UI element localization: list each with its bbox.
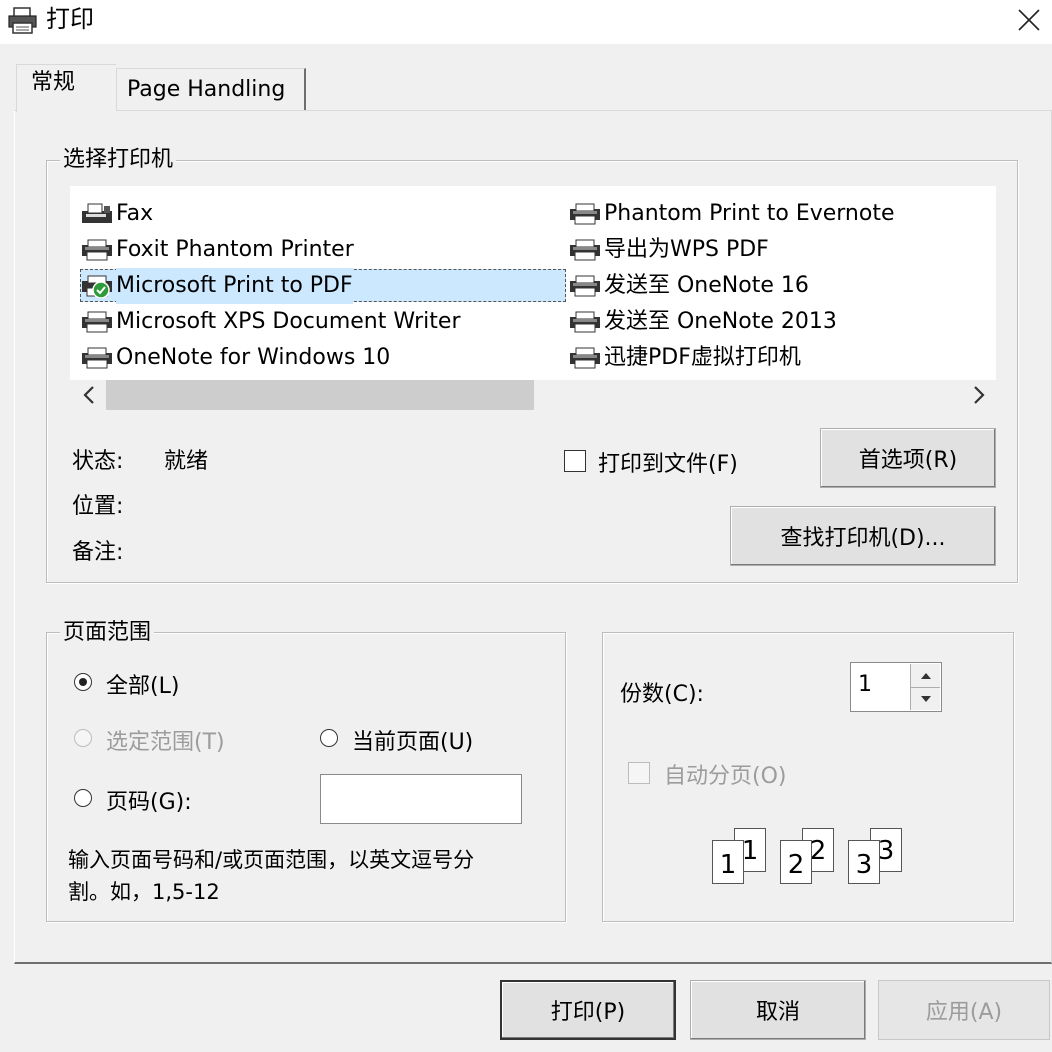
printer-icon: [568, 238, 602, 262]
printer-item-foxit[interactable]: Foxit Phantom Printer: [80, 232, 354, 268]
radio-current-page[interactable]: [320, 729, 338, 747]
scroll-right-icon[interactable]: [970, 384, 988, 412]
printer-icon: [6, 6, 40, 36]
collate-checkbox[interactable]: [628, 762, 650, 784]
close-icon: [1018, 9, 1040, 31]
spin-up-icon: [920, 672, 931, 679]
printer-name: 发送至 OneNote 2013: [604, 309, 837, 334]
printer-item-onenote-2013[interactable]: 发送至 OneNote 2013: [568, 304, 837, 340]
printer-item-phantom-evernote[interactable]: Phantom Print to Evernote: [568, 196, 895, 232]
select-printer-legend: 选择打印机: [60, 147, 177, 173]
collate-label: 自动分页(O): [664, 764, 787, 789]
spin-down-icon: [920, 696, 931, 702]
page-range-legend: 页面范围: [60, 620, 155, 646]
page-range-hint-line2: 割。如，1,5-12: [68, 880, 220, 904]
print-button[interactable]: 打印(P): [500, 980, 676, 1040]
default-printer-icon: [80, 274, 114, 299]
printer-item-xps[interactable]: Microsoft XPS Document Writer: [80, 304, 461, 340]
printer-item-wps-pdf[interactable]: 导出为WPS PDF: [568, 232, 769, 268]
printer-name: Phantom Print to Evernote: [604, 201, 895, 226]
printer-icon: [80, 238, 114, 262]
printer-icon: [568, 346, 602, 370]
printer-item-fax[interactable]: Fax: [80, 196, 153, 232]
print-to-file-label: 打印到文件(F): [598, 452, 738, 477]
printer-icon: [568, 202, 602, 226]
collate-page: 1: [712, 840, 744, 884]
cancel-button[interactable]: 取消: [690, 980, 866, 1040]
printer-name: Fax: [116, 201, 154, 226]
radio-selection-label: 选定范围(T): [106, 730, 225, 755]
preferences-button[interactable]: 首选项(R): [820, 428, 996, 488]
printer-item-onenote-win10[interactable]: OneNote for Windows 10: [80, 340, 390, 376]
tab-general[interactable]: 常规: [16, 64, 116, 112]
printer-name: Microsoft XPS Document Writer: [116, 309, 461, 334]
printer-item-microsoft-print-to-pdf[interactable]: Microsoft Print to PDF: [80, 268, 353, 304]
radio-selection[interactable]: [74, 729, 92, 747]
close-button[interactable]: [1006, 0, 1052, 40]
radio-current-page-label: 当前页面(U): [352, 730, 474, 755]
printer-name: Microsoft Print to PDF: [116, 268, 353, 304]
radio-all[interactable]: [74, 673, 92, 691]
collate-page: 2: [780, 840, 812, 884]
fax-icon: [80, 202, 114, 226]
collate-page: 3: [848, 840, 880, 884]
radio-pages[interactable]: [74, 789, 92, 807]
radio-pages-label: 页码(G):: [106, 790, 192, 815]
print-to-file-checkbox[interactable]: [564, 450, 586, 472]
printer-name: OneNote for Windows 10: [116, 345, 391, 370]
printer-item-xunjie-pdf[interactable]: 迅捷PDF虚拟打印机: [568, 340, 801, 376]
printer-name: 导出为WPS PDF: [604, 237, 769, 262]
printer-name: Foxit Phantom Printer: [116, 237, 354, 262]
printer-icon: [80, 346, 114, 370]
printer-icon: [568, 310, 602, 334]
tab-page-handling[interactable]: Page Handling: [116, 68, 306, 110]
status-label: 状态:: [72, 449, 124, 474]
spin-up-button[interactable]: [910, 664, 940, 687]
printer-item-onenote-16[interactable]: 发送至 OneNote 16: [568, 268, 809, 304]
location-label: 位置:: [72, 494, 124, 519]
comment-label: 备注:: [72, 540, 124, 565]
find-printer-button[interactable]: 查找打印机(D)...: [730, 506, 996, 566]
radio-all-label: 全部(L): [106, 674, 180, 699]
printer-icon: [568, 274, 602, 298]
page-range-hint-line1: 输入页面号码和/或页面范围，以英文逗号分: [68, 848, 475, 872]
pages-input[interactable]: [320, 774, 522, 824]
status-value: 就绪: [164, 449, 209, 474]
window-title: 打印: [46, 5, 94, 33]
printer-icon: [80, 310, 114, 334]
apply-button[interactable]: 应用(A): [878, 980, 1050, 1040]
printer-name: 发送至 OneNote 16: [604, 273, 809, 298]
copies-input[interactable]: 1: [858, 672, 872, 697]
title-bar: [0, 0, 1052, 44]
printer-name: 迅捷PDF虚拟打印机: [604, 345, 801, 370]
scroll-left-icon[interactable]: [80, 384, 98, 412]
collate-illustration: 1 1 2 2 3 3: [712, 826, 912, 888]
scrollbar-thumb[interactable]: [106, 380, 534, 410]
spin-down-button[interactable]: [910, 687, 940, 710]
copies-label: 份数(C):: [620, 682, 704, 707]
